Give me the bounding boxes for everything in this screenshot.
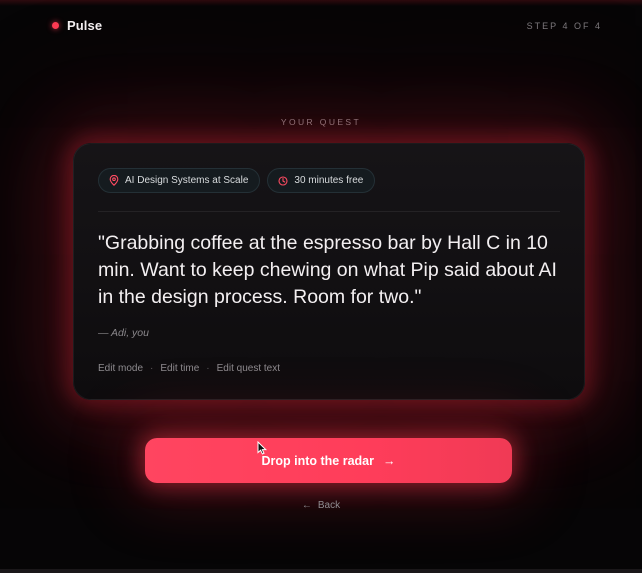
arrow-left-icon: ← — [301, 500, 312, 511]
brand[interactable]: Pulse — [52, 18, 102, 33]
quest-chips: AI Design Systems at Scale 30 minutes fr… — [98, 168, 376, 193]
edit-mode-link[interactable]: Edit mode — [98, 363, 143, 374]
drop-into-radar-button[interactable]: Drop into the radar → — [145, 438, 512, 483]
topic-chip: AI Design Systems at Scale — [98, 168, 261, 193]
quest-card: AI Design Systems at Scale 30 minutes fr… — [73, 143, 585, 400]
clock-icon — [278, 175, 288, 186]
quest-quote: "Grabbing coffee at the espresso bar by … — [98, 232, 557, 308]
edit-separator: · — [206, 363, 210, 374]
brand-dot-icon — [52, 22, 59, 29]
time-chip: 30 minutes free — [267, 168, 376, 193]
back-label: Back — [317, 500, 341, 511]
edit-time-link[interactable]: Edit time — [160, 363, 199, 374]
top-glow — [0, 0, 642, 6]
location-pin-icon — [109, 175, 119, 186]
bottom-bar — [0, 569, 642, 573]
edit-links: Edit mode · Edit time · Edit quest text — [98, 363, 280, 374]
section-eyebrow: YOUR QUEST — [280, 117, 362, 127]
cta-label: Drop into the radar — [261, 453, 374, 468]
arrow-right-icon: → — [383, 453, 396, 468]
mouse-cursor-icon — [257, 440, 268, 460]
step-indicator: STEP 4 OF 4 — [526, 21, 602, 31]
quest-attribution: — Adi, you — [98, 327, 149, 339]
back-button[interactable]: ← Back — [0, 500, 642, 511]
topic-chip-label: AI Design Systems at Scale — [125, 175, 249, 186]
edit-quest-text-link[interactable]: Edit quest text — [217, 363, 280, 374]
card-divider — [98, 211, 560, 212]
edit-separator: · — [150, 363, 154, 374]
app-name: Pulse — [67, 18, 103, 33]
time-chip-label: 30 minutes free — [294, 175, 364, 186]
